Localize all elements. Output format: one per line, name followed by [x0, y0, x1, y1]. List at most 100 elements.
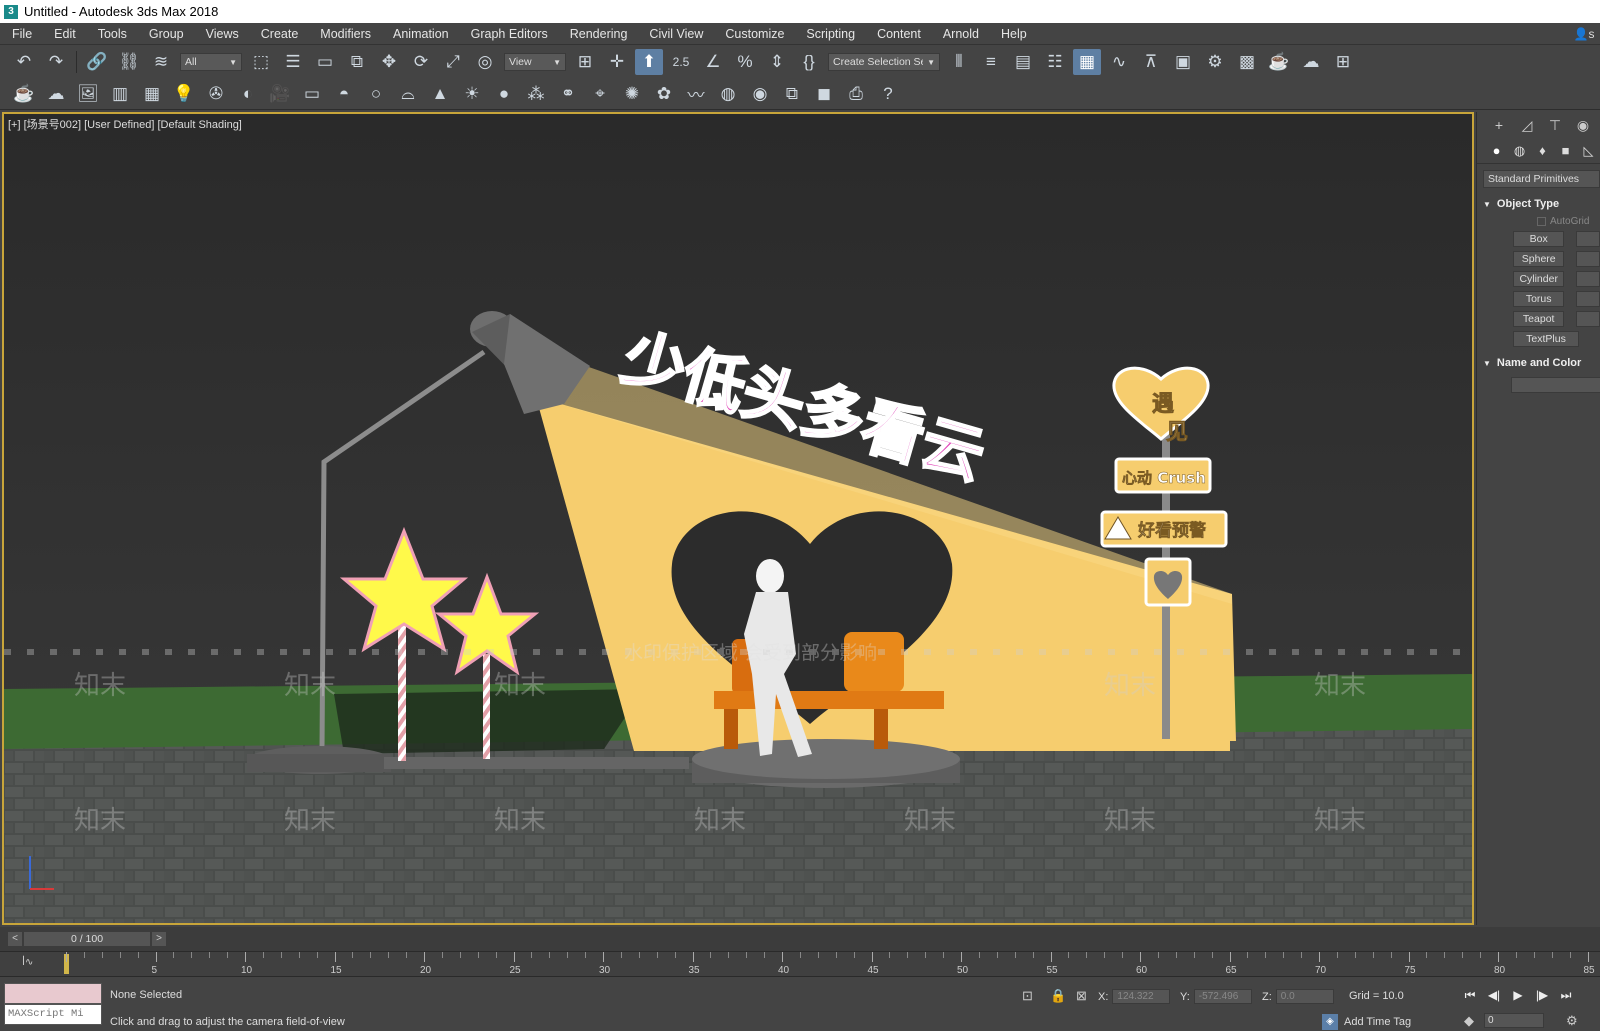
shapes-icon[interactable]: ◍ [1508, 140, 1531, 162]
previous-frame-icon[interactable]: ◀| [1482, 986, 1506, 1004]
spinner-snap-icon[interactable]: ⇕ [763, 49, 791, 75]
key-mode-icon[interactable]: ◆ [1464, 1013, 1474, 1029]
a360-gallery-icon[interactable]: ⊞ [1329, 49, 1357, 75]
move-icon[interactable]: ✥ [375, 49, 403, 75]
go-to-end-icon[interactable]: ⏭ [1554, 986, 1578, 1004]
snaps-toggle-icon[interactable]: 2.5 [667, 49, 695, 75]
image-icon[interactable]: 🖼 [74, 81, 102, 107]
time-slider[interactable]: 0 / 100 [24, 932, 150, 946]
menu-scripting[interactable]: Scripting [794, 27, 865, 41]
selection-filter-dropdown[interactable]: All ▼ [180, 53, 242, 71]
primitive-button-10[interactable] [1576, 311, 1600, 327]
menu-rendering[interactable]: Rendering [558, 27, 638, 41]
schematic-view-icon[interactable]: ⊼ [1137, 49, 1165, 75]
sun-icon[interactable]: ☀ [458, 81, 486, 107]
link-icon[interactable]: 🔗 [83, 49, 111, 75]
light-bulb-icon[interactable]: 💡 [170, 81, 198, 107]
menu-civil-view[interactable]: Civil View [637, 27, 713, 41]
help-icon[interactable]: ? [874, 81, 902, 107]
plant-icon[interactable]: ✿ [650, 81, 678, 107]
primitive-button-4[interactable] [1576, 251, 1600, 267]
sphere-half-icon[interactable]: ◐ [234, 81, 262, 107]
named-selection-dropdown[interactable]: Create Selection Set ▼ [828, 53, 940, 71]
scale-icon[interactable]: ⤢ [439, 49, 467, 75]
curve-editor-icon[interactable]: ∿ [1105, 49, 1133, 75]
render-region-icon[interactable]: ⧉ [778, 81, 806, 107]
create-tab-icon[interactable]: + [1485, 114, 1513, 136]
teapot-button[interactable]: Teapot [1513, 311, 1565, 327]
transform-icon[interactable]: ⌖ [586, 81, 614, 107]
torus-button[interactable]: Torus [1513, 291, 1565, 307]
cylinder-button[interactable]: Cylinder [1513, 271, 1565, 287]
percent-snap-icon[interactable]: % [731, 49, 759, 75]
box-button[interactable]: Box [1513, 231, 1565, 247]
cone-icon[interactable]: ▲ [426, 81, 454, 107]
select-object-icon[interactable]: ⬚ [247, 49, 275, 75]
render-cloud-icon[interactable]: ☁ [1297, 49, 1325, 75]
menu-edit[interactable]: Edit [42, 27, 86, 41]
name-color-rollout[interactable]: ▼ Name and Color [1483, 357, 1600, 369]
current-frame-field[interactable]: 0 [1484, 1013, 1544, 1028]
geometry-icon[interactable]: ● [1485, 140, 1508, 162]
bind-space-warp-icon[interactable]: ≋ [147, 49, 175, 75]
object-type-rollout[interactable]: ▼ Object Type [1483, 198, 1600, 210]
cameras-icon[interactable]: ■ [1554, 140, 1577, 162]
hair-fur-icon[interactable]: 〰 [682, 81, 710, 107]
render-production-icon[interactable]: ☕ [1265, 49, 1293, 75]
film-camera-icon[interactable]: 🎥 [266, 81, 294, 107]
panel-icon[interactable]: ▥ [106, 81, 134, 107]
select-by-name-icon[interactable]: ☰ [279, 49, 307, 75]
y-coord-field[interactable]: -572.496 [1193, 989, 1252, 1004]
menu-help[interactable]: Help [989, 27, 1037, 41]
primitive-button-8[interactable] [1576, 291, 1600, 307]
basket-icon[interactable]: ⌓ [394, 81, 422, 107]
rendered-frame-icon[interactable]: ▩ [1233, 49, 1261, 75]
plane-light-icon[interactable]: ▭ [298, 81, 326, 107]
primitive-button-2[interactable] [1576, 231, 1600, 247]
menu-animation[interactable]: Animation [381, 27, 459, 41]
select-manipulate-icon[interactable]: ✛ [603, 49, 631, 75]
cloud-icon[interactable]: ☁ [42, 81, 70, 107]
maxscript-output[interactable] [4, 983, 102, 1004]
menu-customize[interactable]: Customize [713, 27, 794, 41]
x-coord-field[interactable]: 124.322 [1112, 989, 1171, 1004]
menu-arnold[interactable]: Arnold [931, 27, 989, 41]
textplus-button[interactable]: TextPlus [1513, 331, 1579, 347]
lights-icon[interactable]: ♦ [1531, 140, 1554, 162]
menu-file[interactable]: File [0, 27, 42, 41]
rect-selection-icon[interactable]: ▭ [311, 49, 339, 75]
isolate-icon[interactable]: ⊡ [1022, 988, 1033, 1004]
menu-tools[interactable]: Tools [86, 27, 137, 41]
align-icon[interactable]: ≡ [977, 49, 1005, 75]
ribbon-toggle-icon[interactable]: ▦ [1073, 49, 1101, 75]
primitive-type-dropdown[interactable]: Standard Primitives [1483, 170, 1600, 188]
helpers-icon[interactable]: ◺ [1577, 140, 1600, 162]
molecule-icon[interactable]: ⚭ [554, 81, 582, 107]
grid-panel-icon[interactable]: ▦ [138, 81, 166, 107]
motion-tab-icon[interactable]: ◉ [1569, 114, 1597, 136]
hierarchy-tab-icon[interactable]: ⊤ [1541, 114, 1569, 136]
track-bar[interactable]: ꟾ∿ 5 10 15 20 25 30 35 40 45 50 55 60 65 70 75 80 85 [0, 951, 1600, 977]
render-setup-icon[interactable]: ⚙ [1201, 49, 1229, 75]
autogrid-checkbox[interactable]: AutoGrid [1537, 216, 1600, 227]
z-coord-field[interactable]: 0.0 [1275, 989, 1334, 1004]
undo-icon[interactable]: ↶ [10, 49, 38, 75]
primitive-button-6[interactable] [1576, 271, 1600, 287]
absolute-mode-icon[interactable]: ⊠ [1076, 988, 1087, 1004]
viewport-label[interactable]: [+] [场景号002] [User Defined] [Default Sha… [8, 116, 242, 132]
sphere-button[interactable]: Sphere [1513, 251, 1565, 267]
next-frame-icon[interactable]: |▶ [1530, 986, 1554, 1004]
scene-explorer-icon[interactable]: ▤ [1009, 49, 1037, 75]
particles-icon[interactable]: ⁂ [522, 81, 550, 107]
menu-content[interactable]: Content [865, 27, 931, 41]
sky-icon[interactable]: ● [490, 81, 518, 107]
pivot-center-icon[interactable]: ⊞ [571, 49, 599, 75]
layer-explorer-icon[interactable]: ☷ [1041, 49, 1069, 75]
menu-group[interactable]: Group [137, 27, 194, 41]
dome-light-icon[interactable]: ◓ [330, 81, 358, 107]
go-to-start-icon[interactable]: ⏮ [1458, 986, 1482, 1004]
window-crossing-icon[interactable]: ⧉ [343, 49, 371, 75]
menu-views[interactable]: Views [194, 27, 249, 41]
rotate-icon[interactable]: ⟳ [407, 49, 435, 75]
prev-frame-button[interactable]: < [8, 932, 22, 946]
